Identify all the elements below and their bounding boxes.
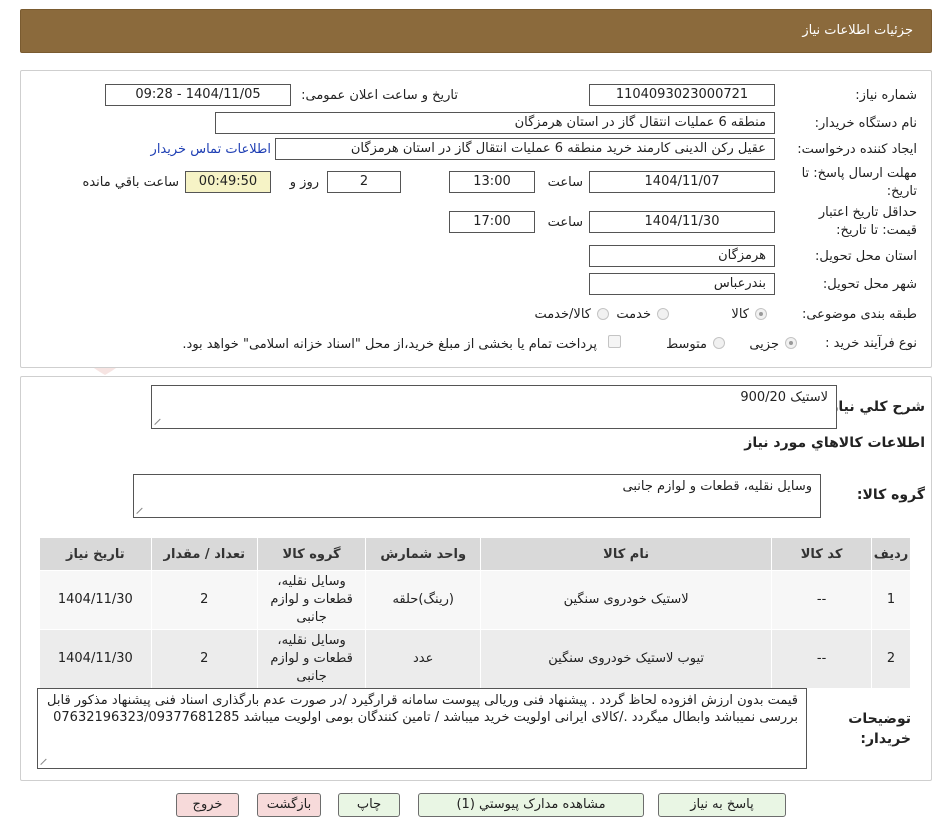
cell-item-name: تیوب لاستیک خودروی سنگین [480, 629, 773, 689]
deadline-time-label: ساعت [547, 175, 583, 190]
category-label: طبقه بندی موضوعی: [801, 307, 917, 322]
validity-time-field: 17:00 [449, 211, 535, 233]
remaining-time-label: ساعت باقي مانده [82, 175, 179, 190]
purchase-radio-medium[interactable] [713, 337, 725, 349]
creator-label: ایجاد کننده درخواست: [797, 142, 917, 157]
page-header: جزئیات اطلاعات نیاز [20, 9, 932, 53]
view-attachments-button[interactable]: مشاهده مدارک پیوستي (1) [418, 793, 644, 817]
need-number-label: شماره نیاز: [855, 88, 917, 103]
page-title: جزئیات اطلاعات نیاز [802, 23, 913, 38]
cell-item-code: -- [771, 629, 873, 689]
resize-handle-icon[interactable] [41, 757, 49, 765]
validity-label-line1: حداقل تاریخ اعتبار [818, 205, 917, 220]
print-button[interactable]: چاپ [338, 793, 400, 817]
back-button[interactable]: بازگشت [257, 793, 321, 817]
days-label: روز و [289, 175, 319, 190]
request-info-panel: شماره نیاز: 1104093023000721 تاریخ و ساع… [20, 70, 932, 368]
category-radio-service[interactable] [657, 308, 669, 320]
summary-label: شرح کلي نياز: [824, 399, 925, 415]
purchase-option-minor: جزیی [749, 337, 779, 352]
category-option-service: خدمت [616, 307, 651, 322]
cell-need-date: 1404/11/30 [39, 629, 152, 689]
buyer-contact-link[interactable]: اطلاعات تماس خریدار [151, 142, 271, 157]
cell-item-name: لاستیک خودروی سنگین [480, 570, 773, 630]
deadline-time-field: 13:00 [449, 171, 535, 193]
city-label: شهر محل تحویل: [822, 277, 917, 292]
announce-field: 1404/11/05 - 09:28 [105, 84, 291, 106]
buyer-notes-label-line2: خریدار: [860, 731, 911, 747]
purchase-type-label: نوع فرآیند خرید : [825, 336, 917, 351]
cell-item-code: -- [771, 570, 873, 630]
deadline-date-field: 1404/11/07 [589, 171, 775, 193]
need-number-field: 1104093023000721 [589, 84, 775, 106]
summary-text: لاستیک 900/20 [740, 390, 828, 405]
col-header-row-number: ردیف [871, 537, 911, 571]
col-header-quantity: تعداد / مقدار [150, 537, 258, 571]
city-field: بندرعباس [589, 273, 775, 295]
goods-details-panel: شرح کلي نياز: لاستیک 900/20 اطلاعات کالا… [20, 376, 932, 781]
resize-handle-icon[interactable] [155, 417, 163, 425]
purchase-option-medium: متوسط [666, 337, 707, 352]
buyer-org-label: نام دستگاه خریدار: [814, 116, 917, 131]
buyer-notes-text: قیمت بدون ارزش افزوده لحاظ گردد . پیشنها… [47, 693, 798, 725]
category-option-goods-service: کالا/خدمت [534, 307, 591, 322]
payment-note: پرداخت تمام یا بخشی از مبلغ خرید،از محل … [182, 337, 597, 352]
table-header-row: ردیف کد کالا نام کالا واحد شمارش گروه کا… [39, 537, 911, 571]
cell-row-number: 2 [871, 629, 911, 689]
table-row: 2 -- تیوب لاستیک خودروی سنگین عدد وسایل … [39, 629, 911, 689]
summary-textarea: لاستیک 900/20 [151, 385, 837, 429]
table-row: 1 -- لاستیک خودروی سنگین (رینگ)حلقه وسای… [39, 570, 911, 630]
category-radio-goods[interactable] [755, 308, 767, 320]
buyer-notes-textarea: قیمت بدون ارزش افزوده لحاظ گردد . پیشنها… [37, 688, 807, 769]
goods-group-text: وسایل نقلیه، قطعات و لوازم جانبی [622, 479, 812, 494]
cell-quantity: 2 [150, 570, 258, 630]
cell-item-group: وسایل نقلیه، قطعات و لوازم جانبی [256, 570, 367, 630]
remaining-time-field: 00:49:50 [185, 171, 271, 193]
validity-label-line2: قیمت: تا تاریخ: [836, 223, 917, 238]
buyer-org-field: منطقه 6 عملیات انتقال گاز در استان هرمزگ… [215, 112, 775, 134]
validity-time-label: ساعت [547, 215, 583, 230]
goods-group-label: گروه کالا: [856, 487, 925, 503]
cell-row-number: 1 [871, 570, 911, 630]
exit-button[interactable]: خروج [176, 793, 239, 817]
cell-item-group: وسایل نقلیه، قطعات و لوازم جانبی [256, 629, 367, 689]
col-header-item-code: کد کالا [771, 537, 873, 571]
buyer-notes-label-line1: توضیحات [848, 711, 911, 727]
goods-group-textarea: وسایل نقلیه، قطعات و لوازم جانبی [133, 474, 821, 518]
reply-button[interactable]: پاسخ به نیاز [658, 793, 786, 817]
announce-label: تاریخ و ساعت اعلان عمومی: [301, 88, 458, 103]
col-header-item-name: نام کالا [480, 537, 773, 571]
goods-table: ردیف کد کالا نام کالا واحد شمارش گروه کا… [39, 537, 911, 689]
deadline-label-line2: تاریخ: [886, 184, 917, 199]
deadline-label-line1: مهلت ارسال پاسخ: تا [801, 166, 917, 181]
category-option-goods: کالا [731, 307, 749, 322]
treasury-checkbox[interactable] [608, 335, 621, 348]
resize-handle-icon[interactable] [137, 506, 145, 514]
cell-quantity: 2 [150, 629, 258, 689]
cell-unit: (رینگ)حلقه [365, 570, 482, 630]
goods-info-title: اطلاعات کالاهاي مورد نياز [744, 435, 925, 451]
col-header-item-group: گروه کالا [256, 537, 367, 571]
province-label: استان محل تحویل: [815, 249, 917, 264]
purchase-radio-minor[interactable] [785, 337, 797, 349]
province-field: هرمزگان [589, 245, 775, 267]
days-remaining-field: 2 [327, 171, 401, 193]
col-header-need-date: تاریخ نیاز [39, 537, 152, 571]
col-header-unit: واحد شمارش [365, 537, 482, 571]
category-radio-goods-service[interactable] [597, 308, 609, 320]
cell-need-date: 1404/11/30 [39, 570, 152, 630]
creator-field: عقیل رکن الدینی کارمند خرید منطقه 6 عملی… [275, 138, 775, 160]
validity-date-field: 1404/11/30 [589, 211, 775, 233]
cell-unit: عدد [365, 629, 482, 689]
